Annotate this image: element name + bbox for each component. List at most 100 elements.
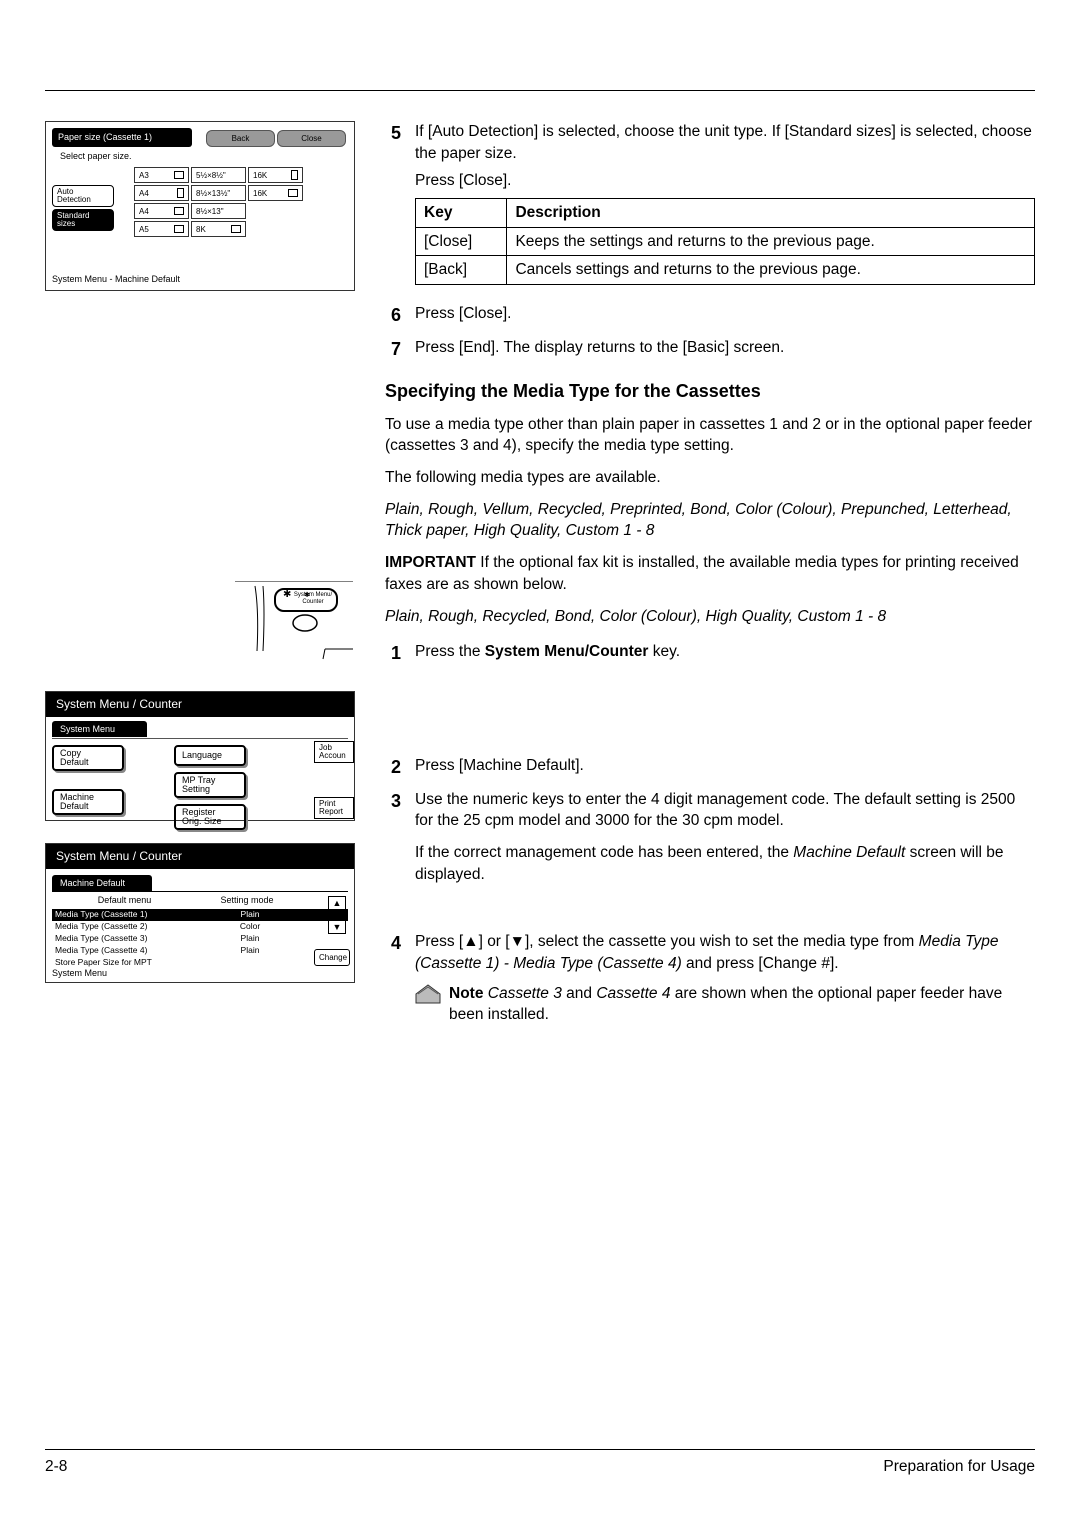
step-number: 5 xyxy=(385,121,401,297)
size-85-135[interactable]: 8½×13½" xyxy=(191,185,246,201)
step-number: 6 xyxy=(385,303,401,331)
screenshot-machine-default: System Menu / Counter Machine Default De… xyxy=(45,843,355,983)
size-a4l[interactable]: A4 xyxy=(134,203,189,219)
table-row[interactable]: Media Type (Cassette 2)Color xyxy=(52,921,348,933)
landscape-icon xyxy=(174,225,184,233)
table-row[interactable]: Media Type (Cassette 3)Plain xyxy=(52,933,348,945)
step1-text: Press the System Menu/Counter key. xyxy=(415,641,1035,663)
page-footer: 2-8 Preparation for Usage xyxy=(45,1449,1035,1478)
svg-text:Counter: Counter xyxy=(302,599,323,605)
top-rule xyxy=(45,90,1035,91)
step-5: 5 If [Auto Detection] is selected, choos… xyxy=(385,121,1035,297)
size-col-2: 5½×8½" 8½×13½" 8½×13" 8K xyxy=(191,167,246,237)
table-row[interactable]: Media Type (Cassette 4)Plain xyxy=(52,945,348,957)
register-orig-button[interactable]: Register Orig. Size xyxy=(174,804,246,830)
close-button[interactable]: Close xyxy=(277,130,346,147)
cell: Plain xyxy=(200,933,300,945)
step-4: 4 Press [▲] or [▼], select the cassette … xyxy=(385,931,1035,1032)
text: key. xyxy=(648,643,680,660)
step-number: 4 xyxy=(385,931,401,1032)
ss3-arrows: ▲ ▼ xyxy=(328,896,346,934)
label: A4 xyxy=(139,188,149,199)
page-number: 2-8 xyxy=(45,1456,67,1478)
back-button[interactable]: Back xyxy=(206,130,275,147)
mp-tray-button[interactable]: MP Tray Setting xyxy=(174,772,246,798)
size-8k[interactable]: 8K xyxy=(191,221,246,237)
th-desc: Description xyxy=(507,199,1035,228)
cell: Media Type (Cassette 3) xyxy=(55,933,200,945)
step-number: 3 xyxy=(385,789,401,892)
size-55-85[interactable]: 5½×8½" xyxy=(191,167,246,183)
landscape-icon xyxy=(174,171,184,179)
cell: Media Type (Cassette 4) xyxy=(55,945,200,957)
step-number: 2 xyxy=(385,755,401,783)
down-arrow-icon: ▼ xyxy=(510,933,525,950)
arrow-down-button[interactable]: ▼ xyxy=(328,920,346,934)
label: A5 xyxy=(139,224,149,235)
copy-default-button[interactable]: Copy Default xyxy=(52,745,124,771)
note-row: Note Cassette 3 and Cassette 4 are shown… xyxy=(415,983,1035,1032)
text: If the correct management code has been … xyxy=(415,844,793,861)
change-button[interactable]: Change xyxy=(314,949,350,966)
svg-text:✱: ✱ xyxy=(283,589,291,600)
media-list-2: Plain, Rough, Recycled, Bond, Color (Col… xyxy=(385,606,1035,628)
size-16kl[interactable]: 16K xyxy=(248,185,303,201)
text: Press the xyxy=(415,643,485,660)
th-key: Key xyxy=(416,199,507,228)
text: and press [Change #]. xyxy=(682,955,839,972)
table-row[interactable]: Media Type (Cassette 1)Plain xyxy=(52,909,348,921)
label: 8K xyxy=(196,224,206,235)
cell: Plain xyxy=(200,945,300,957)
job-account-button[interactable]: Job Accoun xyxy=(314,741,354,763)
ss1-footer: System Menu - Machine Default xyxy=(52,273,180,286)
size-col-1: A3 A4 A4 A5 xyxy=(134,167,189,237)
standard-sizes-button[interactable]: Standard sizes xyxy=(52,209,114,231)
ss3-thead: Default menu Setting mode xyxy=(52,892,348,909)
size-a4p[interactable]: A4 xyxy=(134,185,189,201)
ss1-side-buttons: Auto Detection Standard sizes xyxy=(52,185,114,237)
page-label: Preparation for Usage xyxy=(883,1456,1035,1478)
step-body: Press [End]. The display returns to the … xyxy=(415,337,1035,365)
screenshot-system-menu: System Menu / Counter System Menu Copy D… xyxy=(45,691,355,821)
step-body: Use the numeric keys to enter the 4 digi… xyxy=(415,789,1035,892)
td-close: [Close] xyxy=(416,227,507,256)
step7-text: Press [End]. The display returns to the … xyxy=(415,337,1035,359)
label: 16K xyxy=(253,188,267,199)
step-2: 2 Press [Machine Default]. xyxy=(385,755,1035,783)
size-16kp[interactable]: 16K xyxy=(248,167,303,183)
step6-text: Press [Close]. xyxy=(415,303,1035,325)
machine-default-button[interactable]: Machine Default xyxy=(52,789,124,815)
svg-text:System Menu/: System Menu/ xyxy=(294,592,333,598)
step-body: Press [Close]. xyxy=(415,303,1035,331)
step-6: 6 Press [Close]. xyxy=(385,303,1035,331)
step-number: 7 xyxy=(385,337,401,365)
arrow-up-button[interactable]: ▲ xyxy=(328,896,346,910)
language-button[interactable]: Language xyxy=(174,745,246,766)
important-text: If the optional fax kit is installed, th… xyxy=(385,554,1019,593)
main-columns: Paper size (Cassette 1) Back Close Selec… xyxy=(45,121,1035,1038)
system-menu-key-illustration: ✱ ✱ System Menu/ Counter xyxy=(235,581,355,676)
size-col-3: 16K 16K xyxy=(248,167,303,237)
label: A4 xyxy=(139,206,149,217)
size-a5[interactable]: A5 xyxy=(134,221,189,237)
up-arrow-icon: ▲ xyxy=(463,933,478,950)
section-heading: Specifying the Media Type for the Casset… xyxy=(385,379,1035,404)
step5-text2: Press [Close]. xyxy=(415,170,1035,192)
td-back: [Back] xyxy=(416,256,507,285)
cell xyxy=(200,957,300,969)
note-icon xyxy=(415,983,441,1005)
note-text: Note Cassette 3 and Cassette 4 are shown… xyxy=(449,983,1035,1026)
auto-detection-button[interactable]: Auto Detection xyxy=(52,185,114,207)
ss3-footer: System Menu xyxy=(52,967,107,980)
ss3-title: System Menu / Counter xyxy=(46,844,354,869)
ss1-subtext: Select paper size. xyxy=(60,150,348,163)
step4-text: Press [▲] or [▼], select the cassette yo… xyxy=(415,931,1035,974)
print-report-button[interactable]: Print Report xyxy=(314,797,354,819)
left-column: Paper size (Cassette 1) Back Close Selec… xyxy=(45,121,355,1038)
step-body: Press [▲] or [▼], select the cassette yo… xyxy=(415,931,1035,1032)
italic-text: Machine Default xyxy=(793,844,905,861)
label: 16K xyxy=(253,170,267,181)
th-default-menu: Default menu xyxy=(52,894,197,907)
size-85-13[interactable]: 8½×13" xyxy=(191,203,246,219)
size-a3[interactable]: A3 xyxy=(134,167,189,183)
